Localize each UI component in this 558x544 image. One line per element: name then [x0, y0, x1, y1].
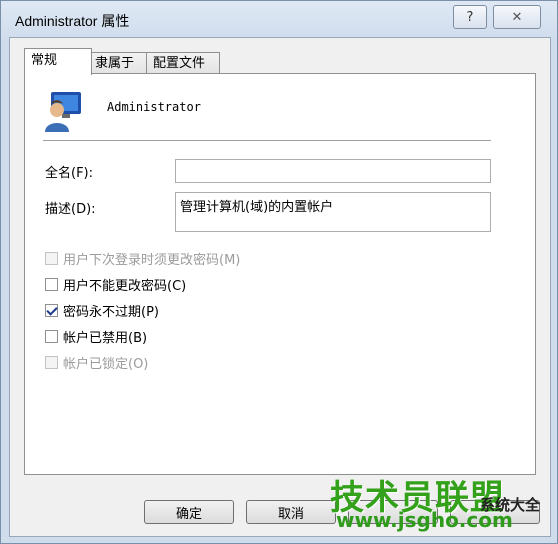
- dialog-body: 常规 隶属于 配置文件 Administrator 全名(F): 描述(D): …: [9, 37, 551, 537]
- description-label: 描述(D):: [45, 202, 96, 217]
- account-disabled-option[interactable]: 帐户已禁用(B): [45, 327, 147, 346]
- account-locked-checkbox: [45, 356, 58, 369]
- description-field[interactable]: 管理计算机(域)的内置帐户: [175, 192, 491, 232]
- tab-general[interactable]: 常规: [24, 48, 92, 75]
- fullname-field[interactable]: [175, 159, 491, 183]
- general-tab-panel: Administrator 全名(F): 描述(D): 管理计算机(域)的内置帐…: [24, 73, 536, 475]
- must-change-password-checkbox: [45, 252, 58, 265]
- tab-profile[interactable]: 配置文件: [146, 52, 220, 74]
- help-button[interactable]: ?: [453, 5, 487, 29]
- fullname-label: 全名(F):: [45, 166, 94, 181]
- apply-button[interactable]: [348, 500, 438, 524]
- question-icon: ?: [466, 9, 474, 25]
- title-bar[interactable]: Administrator 属性 ? ✕: [1, 1, 557, 37]
- tab-member-of[interactable]: 隶属于: [88, 52, 150, 74]
- account-disabled-label[interactable]: 帐户已禁用(B): [63, 327, 147, 346]
- properties-dialog: Administrator 属性 ? ✕ 常规 隶属于 配置文件 Adminis…: [0, 0, 558, 544]
- ok-button[interactable]: 确定: [144, 500, 234, 524]
- help-dialog-button[interactable]: [450, 500, 540, 524]
- must-change-password-label: 用户下次登录时须更改密码(M): [63, 253, 241, 268]
- password-never-expires-option[interactable]: 密码永不过期(P): [45, 301, 159, 320]
- cancel-button[interactable]: 取消: [246, 500, 336, 524]
- cannot-change-password-checkbox[interactable]: [45, 278, 58, 291]
- account-disabled-checkbox[interactable]: [45, 330, 58, 343]
- must-change-password-option: 用户下次登录时须更改密码(M): [45, 249, 240, 268]
- close-button[interactable]: ✕: [493, 5, 541, 29]
- account-name: Administrator: [107, 100, 201, 114]
- window-title: Administrator 属性: [15, 13, 130, 29]
- cannot-change-password-option[interactable]: 用户不能更改密码(C): [45, 275, 186, 294]
- cannot-change-password-label[interactable]: 用户不能更改密码(C): [63, 275, 186, 294]
- password-never-expires-checkbox[interactable]: [45, 304, 58, 317]
- user-account-icon: [45, 92, 81, 132]
- account-locked-label: 帐户已锁定(O): [63, 357, 149, 372]
- password-never-expires-label[interactable]: 密码永不过期(P): [63, 301, 159, 320]
- divider: [43, 140, 491, 142]
- account-locked-option: 帐户已锁定(O): [45, 353, 148, 372]
- close-icon: ✕: [511, 9, 523, 25]
